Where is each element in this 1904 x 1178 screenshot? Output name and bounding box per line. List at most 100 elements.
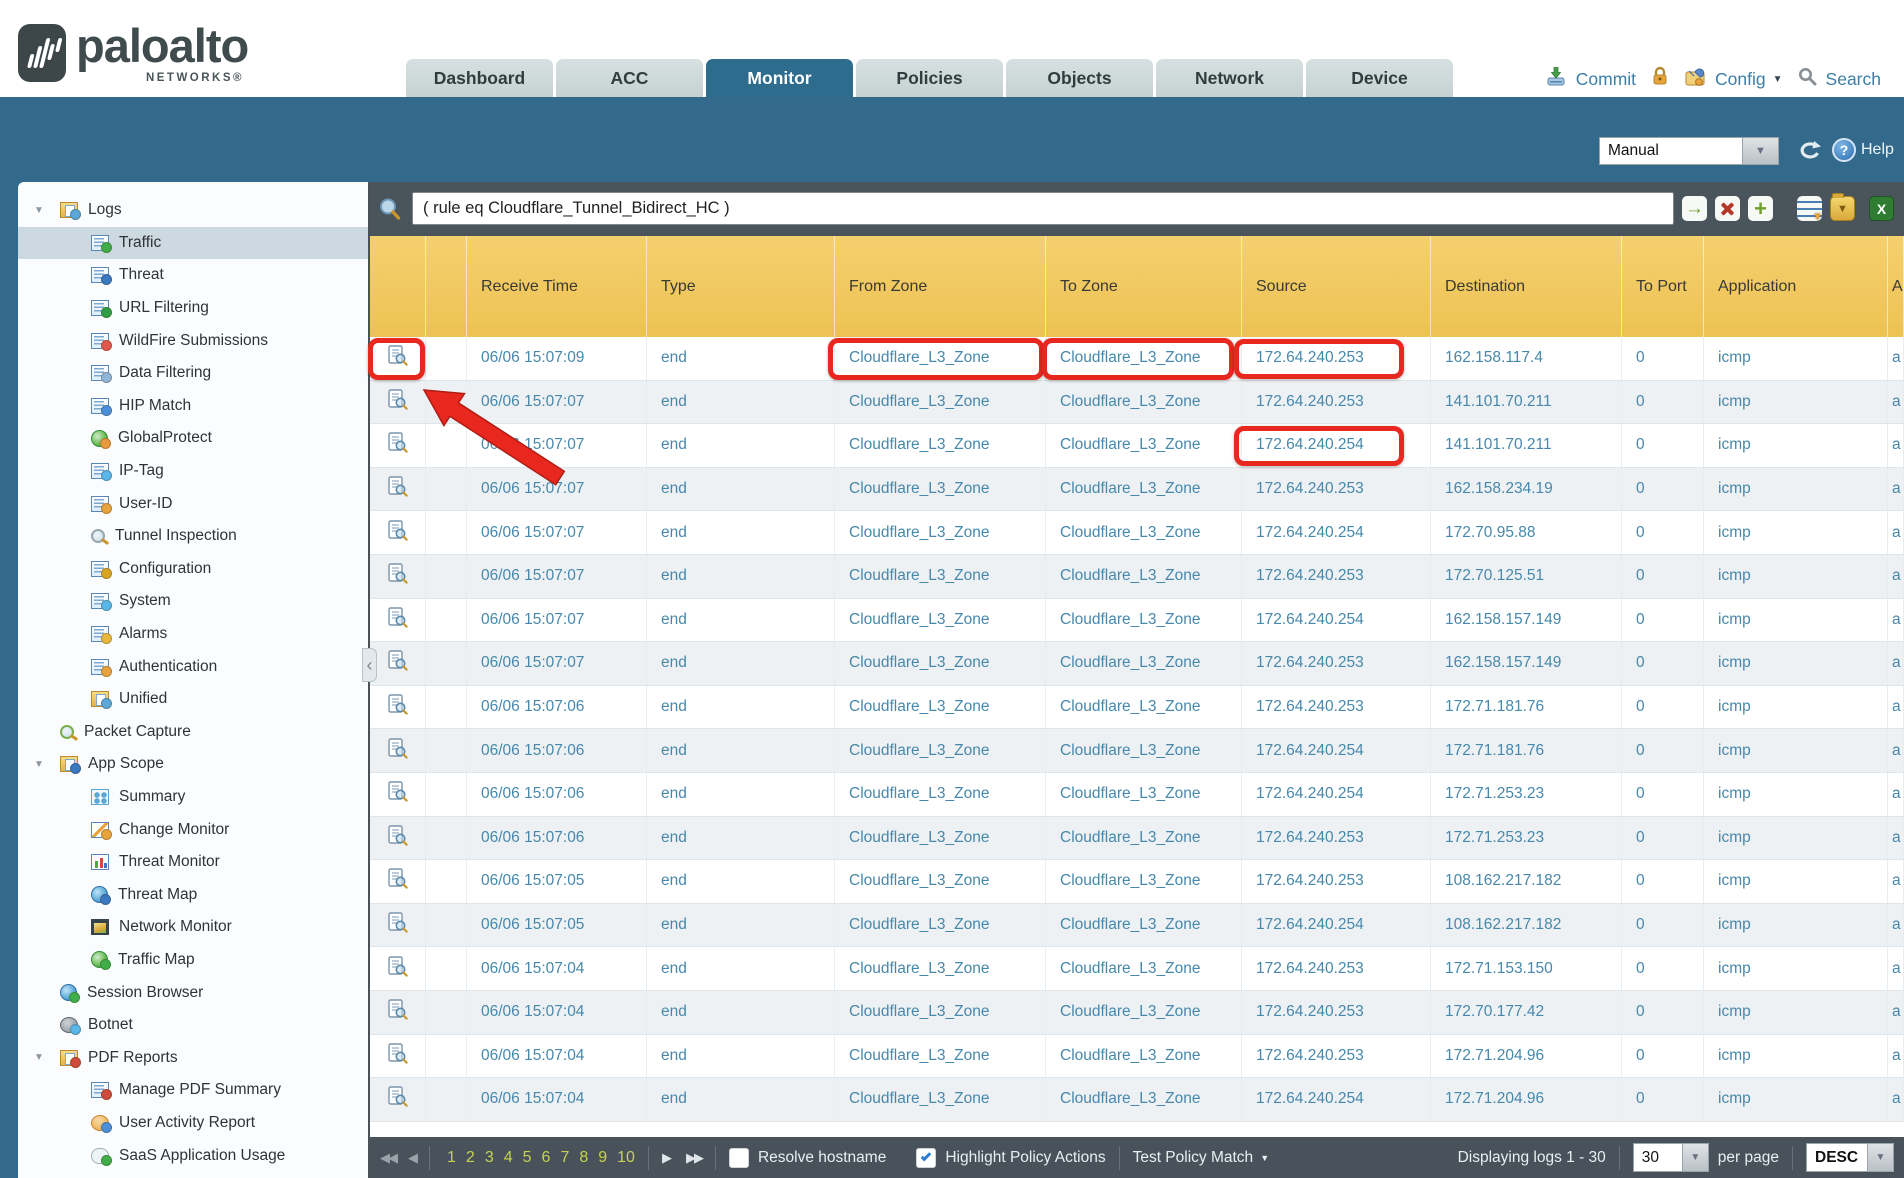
action-link[interactable]: a (1888, 555, 1904, 598)
action-link[interactable]: a (1888, 468, 1904, 511)
from-zone-link[interactable]: Cloudflare_L3_Zone (835, 381, 1046, 424)
destination-link[interactable]: 172.71.204.96 (1431, 1078, 1622, 1121)
to-port-link[interactable]: 0 (1622, 511, 1704, 554)
page-number[interactable]: 3 (485, 1149, 494, 1167)
application-link[interactable]: icmp (1704, 904, 1888, 947)
config-caret-icon[interactable]: ▼ (1773, 74, 1783, 85)
action-link[interactable]: a (1888, 337, 1904, 380)
receive-time-link[interactable]: 06/06 15:07:06 (467, 817, 647, 860)
type-link[interactable]: end (647, 860, 835, 903)
receive-time-link[interactable]: 06/06 15:07:07 (467, 555, 647, 598)
sidebar-collapse-handle[interactable]: ‹ (362, 648, 377, 682)
to-port-link[interactable]: 0 (1622, 555, 1704, 598)
log-detail-icon[interactable] (387, 781, 408, 807)
type-link[interactable]: end (647, 424, 835, 467)
destination-link[interactable]: 108.162.217.182 (1431, 860, 1622, 903)
tree-expander-icon[interactable]: ▼ (34, 205, 60, 216)
type-link[interactable]: end (647, 729, 835, 772)
from-zone-link[interactable]: Cloudflare_L3_Zone (835, 860, 1046, 903)
from-zone-link[interactable]: Cloudflare_L3_Zone (835, 773, 1046, 816)
source-link[interactable]: 172.64.240.253 (1242, 1035, 1431, 1078)
sidebar-item[interactable]: Traffic (18, 227, 368, 260)
type-link[interactable]: end (647, 555, 835, 598)
destination-link[interactable]: 172.70.177.42 (1431, 991, 1622, 1034)
highlight-policy-checkbox[interactable] (916, 1148, 936, 1168)
source-link[interactable]: 172.64.240.254 (1242, 904, 1431, 947)
type-link[interactable]: end (647, 817, 835, 860)
to-zone-link[interactable]: Cloudflare_L3_Zone (1046, 860, 1242, 903)
sidebar-item[interactable]: IP-Tag (18, 455, 368, 488)
sidebar-item[interactable]: Packet Capture (18, 716, 368, 749)
destination-link[interactable]: 172.71.253.23 (1431, 773, 1622, 816)
page-number[interactable]: 5 (523, 1149, 532, 1167)
to-zone-link[interactable]: Cloudflare_L3_Zone (1046, 686, 1242, 729)
source-link[interactable]: 172.64.240.254 (1242, 729, 1431, 772)
search-button[interactable]: Search (1826, 69, 1881, 90)
filter-query-input[interactable] (412, 192, 1674, 225)
source-link[interactable]: 172.64.240.253 (1242, 991, 1431, 1034)
destination-link[interactable]: 162.158.117.4 (1431, 337, 1622, 380)
sidebar-item[interactable]: Tunnel Inspection (18, 520, 368, 553)
from-zone-link[interactable]: Cloudflare_L3_Zone (835, 686, 1046, 729)
source-link[interactable]: 172.64.240.253 (1242, 860, 1431, 903)
sidebar-item[interactable]: Session Browser (18, 976, 368, 1009)
action-link[interactable]: a (1888, 947, 1904, 990)
from-zone-link[interactable]: Cloudflare_L3_Zone (835, 991, 1046, 1034)
source-link[interactable]: 172.64.240.253 (1242, 686, 1431, 729)
log-detail-icon[interactable] (387, 694, 408, 720)
to-zone-link[interactable]: Cloudflare_L3_Zone (1046, 991, 1242, 1034)
sidebar-item[interactable]: User Activity Report (18, 1107, 368, 1140)
sort-order-select[interactable]: DESC ▼ (1806, 1143, 1894, 1172)
to-zone-link[interactable]: Cloudflare_L3_Zone (1046, 381, 1242, 424)
application-link[interactable]: icmp (1704, 860, 1888, 903)
action-link[interactable]: a (1888, 991, 1904, 1034)
log-detail-icon[interactable] (387, 1043, 408, 1069)
sidebar-item[interactable]: Threat (18, 259, 368, 292)
log-detail-icon[interactable] (387, 1086, 408, 1112)
to-port-link[interactable]: 0 (1622, 599, 1704, 642)
source-link[interactable]: 172.64.240.253 (1242, 337, 1431, 380)
application-link[interactable]: icmp (1704, 947, 1888, 990)
type-link[interactable]: end (647, 773, 835, 816)
action-link[interactable]: a (1888, 642, 1904, 685)
log-detail-icon[interactable] (387, 912, 408, 938)
receive-time-link[interactable]: 06/06 15:07:09 (467, 337, 647, 380)
page-number[interactable]: 1 (447, 1149, 456, 1167)
log-detail-icon[interactable] (387, 607, 408, 633)
to-zone-link[interactable]: Cloudflare_L3_Zone (1046, 817, 1242, 860)
receive-time-link[interactable]: 06/06 15:07:04 (467, 991, 647, 1034)
destination-link[interactable]: 172.71.153.150 (1431, 947, 1622, 990)
column-header[interactable]: To Port (1622, 236, 1704, 337)
sidebar-item[interactable]: Summary (18, 781, 368, 814)
refresh-icon[interactable] (1796, 139, 1822, 163)
source-link[interactable]: 172.64.240.253 (1242, 817, 1431, 860)
sidebar-item[interactable]: WildFire Submissions (18, 324, 368, 357)
sidebar-item[interactable]: Threat Map (18, 878, 368, 911)
log-detail-icon[interactable] (387, 432, 408, 458)
to-port-link[interactable]: 0 (1622, 1078, 1704, 1121)
log-detail-icon[interactable] (387, 956, 408, 982)
sidebar-item[interactable]: URL Filtering (18, 292, 368, 325)
log-detail-icon[interactable] (387, 476, 408, 502)
column-header[interactable]: Destination (1431, 236, 1622, 337)
filter-builder-icon[interactable] (1797, 196, 1822, 221)
tree-expander-icon[interactable]: ▼ (34, 1052, 60, 1063)
application-link[interactable]: icmp (1704, 991, 1888, 1034)
from-zone-link[interactable]: Cloudflare_L3_Zone (835, 511, 1046, 554)
nav-tab[interactable]: Objects (1006, 59, 1153, 97)
action-link[interactable]: a (1888, 729, 1904, 772)
receive-time-link[interactable]: 06/06 15:07:06 (467, 686, 647, 729)
receive-time-link[interactable]: 06/06 15:07:05 (467, 904, 647, 947)
receive-time-link[interactable]: 06/06 15:07:04 (467, 1078, 647, 1121)
nav-tab[interactable]: Policies (856, 59, 1003, 97)
log-detail-icon[interactable] (387, 868, 408, 894)
receive-time-link[interactable]: 06/06 15:07:04 (467, 1035, 647, 1078)
nav-tab[interactable]: Dashboard (406, 59, 553, 97)
next-page-icon[interactable]: ▶ (662, 1150, 670, 1166)
test-policy-match-button[interactable]: Test Policy Match (1133, 1149, 1254, 1167)
sidebar-item[interactable]: Authentication (18, 650, 368, 683)
sidebar-item[interactable]: Configuration (18, 553, 368, 586)
source-link[interactable]: 172.64.240.254 (1242, 599, 1431, 642)
log-detail-icon[interactable] (387, 389, 408, 415)
sidebar-item[interactable]: GlobalProtect (18, 422, 368, 455)
